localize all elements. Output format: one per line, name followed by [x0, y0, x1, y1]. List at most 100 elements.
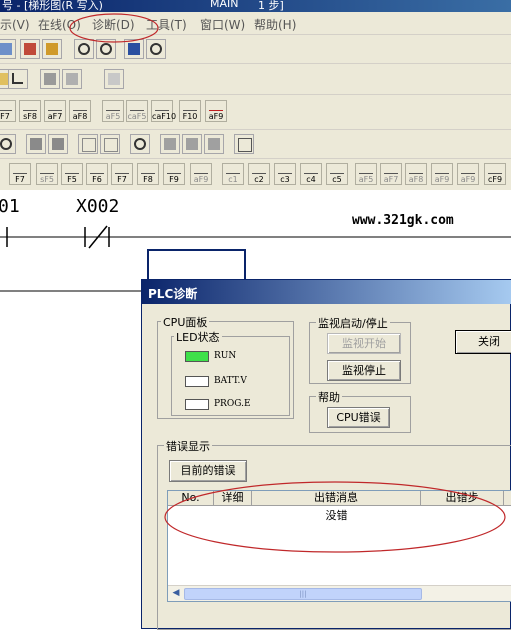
column-header-extra[interactable]	[504, 491, 511, 506]
error-row-message: 没错	[325, 509, 348, 522]
key-button[interactable]: c3	[274, 163, 296, 185]
find-icon[interactable]	[0, 134, 16, 154]
column-header-step[interactable]: 出错步	[421, 491, 504, 506]
menu-diagnostics[interactable]: 诊断(D)	[92, 16, 135, 33]
led-status-group: LED状态 RUN BATT.V PROG.E	[171, 329, 290, 416]
cursor-box	[147, 249, 246, 281]
close-button[interactable]: 关闭	[455, 330, 511, 354]
key-button[interactable]: c2	[248, 163, 270, 185]
batt-led	[185, 376, 209, 387]
cpu-panel-label: CPU面板	[161, 314, 210, 330]
diagnose-icon[interactable]	[130, 134, 150, 154]
zoom-out-icon[interactable]	[96, 39, 116, 59]
help-group-label: 帮助	[316, 389, 342, 405]
key-contact-button[interactable]: aF7	[44, 100, 66, 122]
key-button[interactable]: c1	[222, 163, 244, 185]
window-title-bar: 号 - [梯形图(R 写入) MAIN 1 步]	[0, 0, 511, 12]
display-icon[interactable]	[234, 134, 254, 154]
key-button[interactable]: aF9	[431, 163, 453, 185]
key-button[interactable]: sF5	[36, 163, 58, 185]
window-title-fragment-2: MAIN	[210, 0, 239, 10]
toolbar-row-1	[0, 35, 511, 64]
column-header-message[interactable]: 出错消息	[252, 491, 421, 506]
monitor-start-button[interactable]: 监视开始	[327, 333, 401, 354]
monitor-group-label: 监视启动/停止	[316, 315, 390, 331]
key-button[interactable]: F6	[86, 163, 108, 185]
key-button[interactable]: F9	[163, 163, 185, 185]
monitor-zoom-icon[interactable]	[146, 39, 166, 59]
step-icon[interactable]	[26, 134, 46, 154]
run-led	[185, 351, 209, 362]
prog-led-label: PROG.E	[214, 399, 251, 409]
error-list[interactable]: No. 详细 出错消息 出错步 没错 ◀ |||	[167, 490, 511, 602]
key-button[interactable]: c4	[300, 163, 322, 185]
key-button[interactable]: F8	[137, 163, 159, 185]
error-display-label: 错误显示	[164, 438, 212, 454]
menu-tools[interactable]: 工具(T)	[146, 16, 187, 33]
toolbar-row-4	[0, 130, 511, 159]
menu-help[interactable]: 帮助(H)	[254, 16, 296, 33]
key-pulse-button[interactable]: caF5	[126, 100, 148, 122]
window-icon[interactable]	[100, 134, 120, 154]
window-title-fragment-3: 1 步]	[258, 0, 284, 12]
key-button[interactable]: aF5	[355, 163, 377, 185]
zoom-in-icon[interactable]	[74, 39, 94, 59]
tree-icon[interactable]	[8, 69, 28, 89]
settings-icon[interactable]	[204, 134, 224, 154]
run-led-label: RUN	[214, 351, 237, 361]
key-button[interactable]: aF8	[405, 163, 427, 185]
device-icon[interactable]	[40, 69, 60, 89]
settings-icon[interactable]	[182, 134, 202, 154]
dialog-title: PLC诊断	[148, 287, 198, 301]
key-button[interactable]: aF7	[380, 163, 402, 185]
key-line-button[interactable]: caF10	[151, 100, 176, 122]
key-button[interactable]: aF9	[457, 163, 479, 185]
help-group: 帮助 CPU错误	[309, 389, 411, 433]
horizontal-scrollbar[interactable]: ◀ |||	[168, 585, 511, 601]
toolbar-row-2	[0, 64, 511, 95]
column-header-no[interactable]: No.	[168, 491, 214, 506]
key-contact-button[interactable]: F7	[0, 100, 16, 122]
menu-view[interactable]: 示(V)	[0, 16, 30, 33]
monitor-group: 监视启动/停止 监视开始 监视停止	[309, 315, 411, 384]
prog-led	[185, 399, 209, 410]
key-button[interactable]: c5	[326, 163, 348, 185]
key-contact-button[interactable]: sF8	[19, 100, 41, 122]
error-display-group: 错误显示 目前的错误 No. 详细 出错消息 出错步 没错 ◀ |||	[157, 438, 511, 630]
monitor-icon[interactable]	[124, 39, 144, 59]
menu-window[interactable]: 窗口(W)	[200, 16, 245, 33]
monitor-stop-button[interactable]: 监视停止	[327, 360, 401, 381]
list-icon[interactable]	[104, 69, 124, 89]
key-pulse-button[interactable]: aF5	[102, 100, 124, 122]
key-button[interactable]: F7	[111, 163, 133, 185]
key-button[interactable]: cF9	[484, 163, 506, 185]
scroll-left-icon[interactable]: ◀	[170, 587, 182, 599]
window-title-fragment-1: 号 - [梯形图(R 写入)	[2, 0, 103, 12]
cpu-panel-group: CPU面板 LED状态 RUN BATT.V PROG.E	[157, 314, 294, 419]
led-status-label: LED状态	[174, 329, 222, 345]
dialog-title-bar: PLC诊断	[142, 280, 511, 304]
print-preview-icon[interactable]	[0, 39, 16, 59]
toolbar-row-3: F7 sF8 aF7 aF8 aF5 caF5 caF10 F10 aF9	[0, 95, 511, 130]
cpu-error-button[interactable]: CPU错误	[327, 407, 390, 428]
scroll-thumb[interactable]: |||	[184, 588, 422, 600]
toolbar-row-5: F7 sF5 F5 F6 F7 F8 F9 aF9 c1 c2 c3 c4 c5…	[0, 159, 511, 191]
key-contact-button[interactable]: aF8	[69, 100, 91, 122]
key-button[interactable]: aF9	[190, 163, 212, 185]
step-icon[interactable]	[48, 134, 68, 154]
menu-bar: 示(V) 在线(O) 诊断(D) 工具(T) 窗口(W) 帮助(H)	[0, 12, 511, 35]
window-icon[interactable]	[78, 134, 98, 154]
read-icon[interactable]	[42, 39, 62, 59]
comment-icon[interactable]	[62, 69, 82, 89]
settings-icon[interactable]	[160, 134, 180, 154]
plc-diagnostics-dialog: PLC诊断 CPU面板 LED状态 RUN BATT.V PROG.E 监视启动…	[141, 279, 511, 630]
key-delete-line-button[interactable]: aF9	[205, 100, 227, 122]
key-line-button[interactable]: F10	[179, 100, 201, 122]
current-error-button[interactable]: 目前的错误	[169, 460, 247, 482]
key-button[interactable]: F5	[61, 163, 83, 185]
batt-led-label: BATT.V	[214, 376, 247, 386]
key-button[interactable]: F7	[9, 163, 31, 185]
menu-online[interactable]: 在线(O)	[38, 16, 81, 33]
column-header-detail[interactable]: 详细	[214, 491, 252, 506]
write-icon[interactable]	[20, 39, 40, 59]
